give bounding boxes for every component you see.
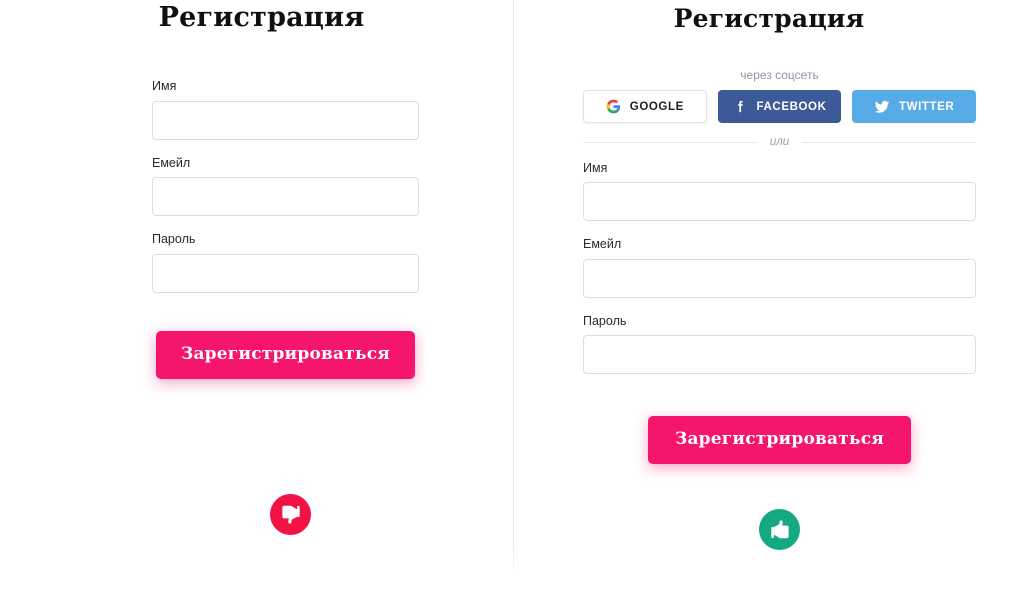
field-name: Имя (583, 160, 976, 221)
password-input[interactable] (583, 335, 976, 374)
or-divider: или (583, 136, 976, 149)
name-input[interactable] (583, 182, 976, 221)
name-input[interactable] (152, 100, 419, 140)
social-login-block: через соцсеть GOOGLE FACEBOOK TWITTER ил… (583, 68, 977, 149)
page-title: Регистрация (673, 4, 865, 33)
google-icon (606, 99, 621, 114)
left-registration-panel: Регистрация Имя Емейл Пароль Зарегистрир… (0, 0, 513, 614)
password-label: Пароль (152, 232, 196, 246)
social-caption: через соцсеть (740, 68, 819, 82)
facebook-login-label: FACEBOOK (756, 100, 827, 113)
thumbs-up-icon (759, 509, 800, 550)
facebook-login-button[interactable]: FACEBOOK (717, 90, 842, 123)
registration-form: Имя Емейл Пароль Зарегистрироваться (583, 160, 976, 550)
divider-rule-right (802, 142, 976, 144)
register-button[interactable]: Зарегистрироваться (155, 330, 416, 379)
field-email: Емейл (152, 155, 419, 216)
registration-form: Имя Емейл Пароль Зарегистрироваться (152, 80, 419, 535)
divider-rule-left (583, 142, 757, 144)
status-row (152, 493, 419, 535)
field-name: Имя (152, 80, 419, 140)
field-password: Пароль (152, 233, 419, 293)
google-login-button[interactable]: GOOGLE (583, 90, 707, 123)
twitter-icon (874, 99, 890, 115)
social-buttons-row: GOOGLE FACEBOOK TWITTER (583, 90, 977, 123)
twitter-login-button[interactable]: TWITTER (852, 90, 977, 123)
field-email: Емейл (583, 238, 976, 298)
password-label: Пароль (583, 313, 627, 328)
status-row (583, 509, 976, 550)
comparison-stage: Регистрация Имя Емейл Пароль Зарегистрир… (0, 0, 1024, 614)
field-password: Пароль (583, 313, 976, 374)
submit-row: Зарегистрироваться (583, 416, 976, 464)
name-label: Имя (152, 79, 177, 93)
name-label: Имя (583, 160, 608, 175)
email-input[interactable] (152, 177, 419, 216)
page-title: Регистрация (158, 2, 365, 33)
email-label: Емейл (152, 155, 191, 170)
submit-row: Зарегистрироваться (152, 330, 419, 379)
password-input[interactable] (152, 253, 419, 293)
email-label: Емейл (583, 237, 622, 251)
right-registration-panel: Регистрация через соцсеть GOOGLE FACEBOO… (514, 0, 1024, 614)
facebook-icon (733, 99, 748, 114)
twitter-login-label: TWITTER (899, 100, 955, 113)
thumbs-down-icon (270, 493, 311, 535)
or-divider-label: или (769, 136, 790, 148)
register-button[interactable]: Зарегистрироваться (647, 416, 912, 464)
email-input[interactable] (583, 258, 976, 298)
google-login-label: GOOGLE (629, 100, 684, 113)
